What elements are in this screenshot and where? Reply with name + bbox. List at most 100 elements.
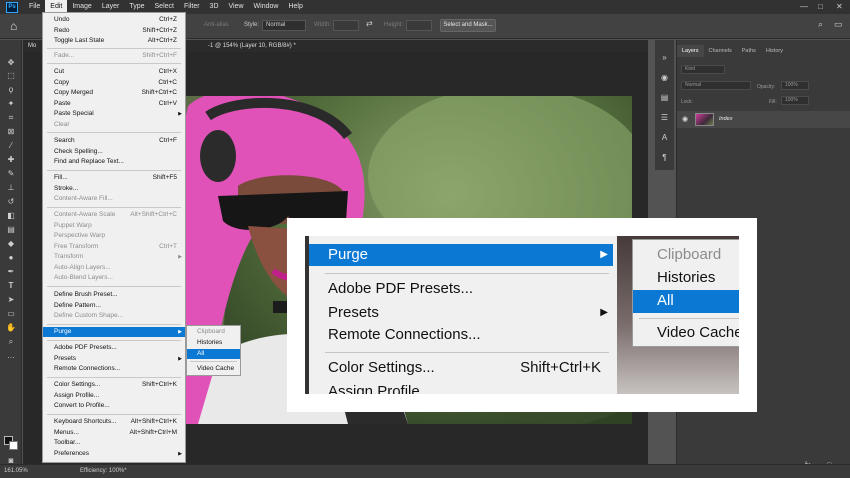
frame-tool-icon[interactable]: ⊠ (4, 127, 18, 136)
menu-item-assign-profile[interactable]: Assign Profile... (43, 391, 185, 401)
menu-item-auto-blend[interactable]: Auto-Blend Layers... (43, 273, 185, 283)
layer-kind-filter[interactable]: Kind (681, 65, 725, 74)
properties-icon[interactable]: ☰ (659, 112, 670, 123)
purge-histories[interactable]: Histories (187, 338, 240, 348)
menu-item-purge[interactable]: Purge ▶ (43, 327, 185, 337)
character-icon[interactable]: A (659, 132, 670, 143)
magic-wand-icon[interactable]: ✦ (4, 99, 18, 108)
menu-item-toggle-last-state[interactable]: Toggle Last State Alt+Ctrl+Z (43, 36, 185, 46)
paragraph-icon[interactable]: ¶ (659, 152, 670, 163)
menu-item-content-aware-fill[interactable]: Content-Aware Fill... (43, 194, 185, 204)
menu-item-stroke[interactable]: Stroke... (43, 184, 185, 194)
tab-history[interactable]: History (761, 45, 788, 57)
menu-item-menus[interactable]: Menus... Alt+Shift+Ctrl+M (43, 428, 185, 438)
menu-item-define-pattern[interactable]: Define Pattern... (43, 301, 185, 311)
lasso-tool-icon[interactable]: ϙ (4, 85, 18, 94)
zoom-item-purge[interactable]: Purge ▶ (309, 244, 613, 266)
swap-icon[interactable]: ⇄ (366, 19, 373, 28)
tab-layers[interactable]: Layers (677, 45, 704, 57)
menu-item-auto-align[interactable]: Auto-Align Layers... (43, 263, 185, 273)
menu-view[interactable]: View (224, 0, 249, 14)
menu-item-cut[interactable]: Cut Ctrl+X (43, 67, 185, 77)
workspace-icon[interactable]: ▭ (834, 19, 843, 30)
minimize-icon[interactable]: — (800, 0, 808, 14)
brush-tool-icon[interactable]: ✎ (4, 169, 18, 178)
height-field[interactable] (406, 20, 432, 31)
zoom-purge-all[interactable]: All (633, 290, 739, 313)
zoom-purge-histories[interactable]: Histories (633, 267, 739, 290)
menu-item-copy[interactable]: Copy Ctrl+C (43, 78, 185, 88)
menu-item-free-transform[interactable]: Free Transform Ctrl+T (43, 242, 185, 252)
menu-item-fill[interactable]: Fill... Shift+F5 (43, 173, 185, 183)
menu-item-presets[interactable]: Presets ▶ (43, 354, 185, 364)
path-selection-icon[interactable]: ➤ (4, 295, 18, 304)
blur-tool-icon[interactable]: ◆ (4, 239, 18, 248)
hand-tool-icon[interactable]: ✋ (4, 323, 18, 332)
collapse-icon[interactable]: » (659, 52, 670, 63)
purge-video-cache[interactable]: Video Cache (187, 364, 240, 374)
select-and-mask-button[interactable]: Select and Mask... (440, 19, 496, 32)
purge-clipboard[interactable]: Clipboard (187, 327, 240, 337)
zoom-item-presets[interactable]: Presets ▶ (309, 302, 613, 324)
layer-row[interactable]: ◉ Index (677, 111, 850, 128)
dodge-tool-icon[interactable]: ● (4, 253, 18, 262)
menu-window[interactable]: Window (249, 0, 284, 14)
zoom-item-remote-connections[interactable]: Remote Connections... (309, 324, 613, 346)
menu-item-keyboard-shortcuts[interactable]: Keyboard Shortcuts... Alt+Shift+Ctrl+K (43, 417, 185, 427)
pen-tool-icon[interactable]: ✒ (4, 267, 18, 276)
blend-mode-select[interactable]: Normal (681, 81, 751, 90)
layer-name[interactable]: Index (719, 116, 732, 122)
tab-channels[interactable]: Channels (704, 45, 737, 57)
opacity-field[interactable]: 100% (781, 81, 809, 90)
type-tool-icon[interactable]: T (4, 281, 18, 290)
menu-item-fade[interactable]: Fade... Shift+Ctrl+F (43, 51, 185, 61)
menu-item-check-spelling[interactable]: Check Spelling... (43, 147, 185, 157)
zoom-item-adobe-pdf-presets[interactable]: Adobe PDF Presets... (309, 278, 613, 300)
anti-alias-label[interactable]: Anti-alias (204, 22, 229, 28)
menu-item-redo[interactable]: Redo Shift+Ctrl+Z (43, 26, 185, 36)
zoom-level[interactable]: 161.05% (4, 468, 28, 474)
eyedropper-icon[interactable]: ⁄ (4, 141, 18, 150)
menu-item-puppet-warp[interactable]: Puppet Warp (43, 221, 185, 231)
zoom-purge-video-cache[interactable]: Video Cache (633, 322, 739, 345)
menu-3d[interactable]: 3D (205, 0, 224, 14)
visibility-eye-icon[interactable]: ◉ (682, 115, 688, 123)
healing-brush-icon[interactable]: ✚ (4, 155, 18, 164)
fill-field[interactable]: 100% (781, 96, 809, 105)
search-icon[interactable]: ⌕ (818, 19, 823, 30)
document-tab-title[interactable]: -1 @ 154% (Layer 10, RGB/8#) * (208, 40, 296, 52)
menu-item-adobe-pdf-presets[interactable]: Adobe PDF Presets... (43, 343, 185, 353)
document-tab-prefix[interactable]: Mo (28, 40, 36, 52)
menu-item-define-custom-shape[interactable]: Define Custom Shape... (43, 311, 185, 321)
menu-item-perspective-warp[interactable]: Perspective Warp (43, 231, 185, 241)
menu-item-content-aware-scale[interactable]: Content-Aware Scale Alt+Shift+Ctrl+C (43, 210, 185, 220)
home-icon[interactable]: ⌂ (10, 19, 17, 33)
menu-item-find-replace[interactable]: Find and Replace Text... (43, 157, 185, 167)
menu-item-clear[interactable]: Clear (43, 120, 185, 130)
zoom-purge-clipboard[interactable]: Clipboard (633, 244, 739, 267)
menu-item-toolbar[interactable]: Toolbar... (43, 438, 185, 448)
menu-item-undo[interactable]: Undo Ctrl+Z (43, 15, 185, 25)
menu-item-paste[interactable]: Paste Ctrl+V (43, 99, 185, 109)
marquee-tool-icon[interactable]: ⬚ (4, 71, 18, 80)
menu-item-paste-special[interactable]: Paste Special ▶ (43, 109, 185, 119)
maximize-icon[interactable]: □ (818, 0, 823, 14)
gradient-tool-icon[interactable]: ▤ (4, 225, 18, 234)
clone-stamp-icon[interactable]: ⊥ (4, 183, 18, 192)
close-icon[interactable]: ✕ (836, 0, 843, 14)
more-tools-icon[interactable]: … (4, 351, 18, 360)
move-tool-icon[interactable]: ✥ (4, 58, 18, 67)
menu-item-define-brush[interactable]: Define Brush Preset... (43, 290, 185, 300)
zoom-tool-icon[interactable]: ⌕ (4, 337, 18, 346)
history-brush-icon[interactable]: ↺ (4, 197, 18, 206)
eraser-icon[interactable]: ◧ (4, 211, 18, 220)
adjustments-icon[interactable]: ◉ (659, 72, 670, 83)
menu-item-color-settings[interactable]: Color Settings... Shift+Ctrl+K (43, 380, 185, 390)
style-select[interactable]: Normal (262, 20, 306, 31)
crop-tool-icon[interactable]: ⌗ (4, 113, 18, 122)
zoom-item-color-settings[interactable]: Color Settings... Shift+Ctrl+K (309, 357, 613, 379)
rectangle-tool-icon[interactable]: ▭ (4, 309, 18, 318)
menu-item-search[interactable]: Search Ctrl+F (43, 136, 185, 146)
menu-help[interactable]: Help (283, 0, 307, 14)
history-icon[interactable]: ▤ (659, 92, 670, 103)
